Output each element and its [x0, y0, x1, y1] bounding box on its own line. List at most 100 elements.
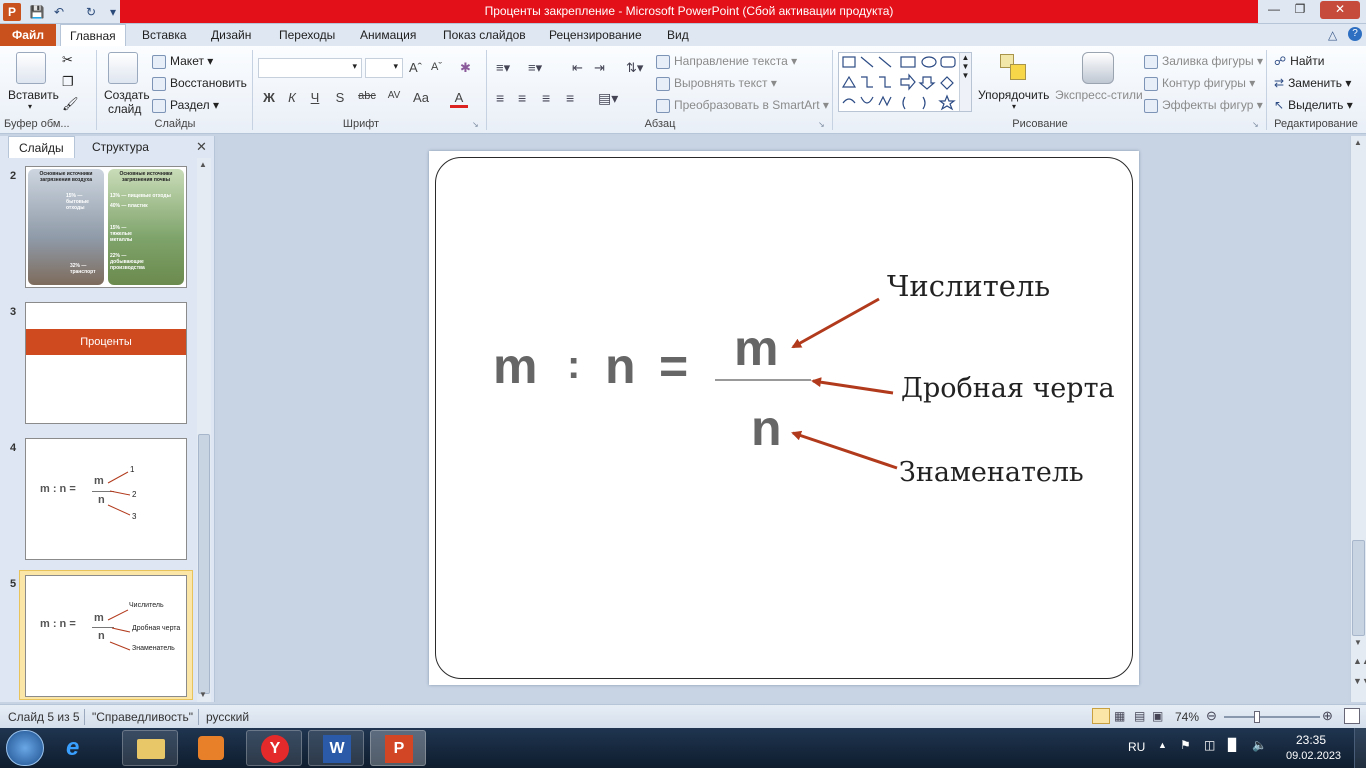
internet-explorer-icon[interactable]: e: [66, 734, 79, 762]
font-family-select[interactable]: ▾: [258, 58, 362, 78]
increase-indent-icon[interactable]: ⇥: [594, 60, 605, 76]
show-desktop-button[interactable]: [1354, 728, 1366, 768]
shrink-font-icon[interactable]: Aˇ: [431, 61, 442, 73]
line-spacing-icon[interactable]: ⇅▾: [626, 60, 643, 76]
input-language[interactable]: RU: [1128, 740, 1145, 754]
redo-icon[interactable]: ↻: [82, 3, 100, 21]
tab-design[interactable]: Дизайн: [202, 24, 260, 46]
new-slide-icon[interactable]: [108, 52, 138, 84]
tab-slides[interactable]: Слайды: [8, 136, 75, 158]
shadow-button[interactable]: S: [331, 90, 349, 105]
next-slide-icon[interactable]: ▼▼: [1353, 676, 1366, 686]
format-painter-icon[interactable]: 🖌: [62, 96, 79, 112]
slide-sorter-icon[interactable]: ▦: [1114, 709, 1125, 723]
slide-thumbnail-2[interactable]: Основные источники загрязнения воздуха О…: [25, 166, 187, 288]
slides-pane-scrollbar[interactable]: ▲ ▼: [197, 158, 211, 702]
change-case-button[interactable]: Aa: [410, 90, 432, 105]
char-spacing-button[interactable]: AV: [383, 90, 405, 101]
network-icon[interactable]: ▉: [1228, 738, 1237, 752]
zoom-in-icon[interactable]: ⊕: [1322, 708, 1333, 724]
align-left-icon[interactable]: ≡: [496, 90, 504, 106]
quick-styles-button[interactable]: Экспресс-стили: [1055, 88, 1143, 102]
find-button[interactable]: ☍ Найти: [1274, 54, 1324, 68]
shapes-gallery[interactable]: ▲ ▼ ▼: [838, 52, 972, 112]
slide-thumbnail-4[interactable]: m : n = m n 1 2 3: [25, 438, 187, 560]
label-denominator[interactable]: Знаменатель: [899, 457, 1084, 488]
start-button[interactable]: [6, 730, 44, 766]
align-center-icon[interactable]: ≡: [518, 90, 526, 106]
zoom-slider-thumb[interactable]: [1254, 711, 1260, 723]
section-button[interactable]: Раздел ▾: [152, 98, 219, 113]
arrange-button[interactable]: Упорядочить: [978, 88, 1049, 102]
undo-icon[interactable]: ↶: [50, 3, 68, 21]
tab-view[interactable]: Вид: [658, 24, 698, 46]
normal-view-icon[interactable]: [1092, 708, 1110, 724]
powerpoint-taskbar-button[interactable]: P: [370, 730, 426, 766]
word-taskbar-button[interactable]: W: [308, 730, 364, 766]
shape-outline-button[interactable]: Контур фигуры ▾: [1144, 76, 1255, 91]
zoom-out-icon[interactable]: ⊖: [1206, 708, 1217, 724]
scroll-up-icon[interactable]: ▲: [199, 160, 207, 169]
arrange-icon[interactable]: [998, 52, 1030, 84]
tab-home[interactable]: Главная: [60, 24, 126, 47]
arrange-dropdown-icon[interactable]: ▾: [1012, 102, 1016, 111]
bullets-icon[interactable]: ≡▾: [496, 60, 510, 76]
justify-icon[interactable]: ≡: [566, 90, 574, 106]
tab-transitions[interactable]: Переходы: [270, 24, 344, 46]
media-player-icon[interactable]: [198, 736, 224, 760]
clear-formatting-icon[interactable]: ✱: [460, 60, 471, 76]
shape-fill-button[interactable]: Заливка фигуры ▾: [1144, 54, 1263, 69]
tab-file[interactable]: Файл: [0, 24, 56, 46]
fit-to-window-icon[interactable]: [1344, 708, 1360, 724]
powerpoint-logo-icon[interactable]: P: [3, 3, 21, 21]
clock-time[interactable]: 23:35: [1296, 733, 1326, 747]
tab-animation[interactable]: Анимация: [351, 24, 425, 46]
italic-button[interactable]: К: [283, 90, 301, 105]
slide-thumbnail-3[interactable]: Проценты: [25, 302, 187, 424]
label-fraction-bar[interactable]: Дробная черта: [901, 373, 1115, 404]
slideshow-icon[interactable]: ▣: [1152, 709, 1163, 723]
minimize-ribbon-icon[interactable]: △: [1328, 28, 1337, 42]
tab-review[interactable]: Рецензирование: [540, 24, 651, 46]
language-indicator[interactable]: русский: [206, 710, 249, 724]
canvas-scrollbar[interactable]: ▲ ▼ ▲▲ ▼▼: [1350, 136, 1366, 702]
scroll-down-icon[interactable]: ▼: [199, 690, 207, 699]
font-dialog-launcher-icon[interactable]: ↘: [472, 120, 479, 129]
tab-slideshow[interactable]: Показ слайдов: [434, 24, 535, 46]
new-slide-button-line2[interactable]: слайд: [108, 102, 141, 116]
cut-icon[interactable]: ✂: [62, 52, 73, 68]
align-text-button[interactable]: Выровнять текст ▾: [656, 76, 777, 91]
label-numerator[interactable]: Числитель: [887, 269, 1050, 303]
shapes-gallery-scroll[interactable]: ▲ ▼ ▼: [959, 53, 971, 111]
quick-styles-icon[interactable]: [1082, 52, 1114, 84]
drawing-dialog-launcher-icon[interactable]: ↘: [1252, 120, 1259, 129]
restore-button[interactable]: ❐: [1288, 1, 1312, 19]
volume-icon[interactable]: 🔈: [1252, 738, 1267, 752]
reading-view-icon[interactable]: ▤: [1134, 709, 1145, 723]
theme-name[interactable]: "Справедливость": [92, 710, 193, 724]
previous-slide-icon[interactable]: ▲▲: [1353, 656, 1366, 666]
device-icon[interactable]: ◫: [1204, 738, 1215, 752]
underline-button[interactable]: Ч: [306, 90, 324, 105]
font-size-select[interactable]: ▾: [365, 58, 403, 78]
paste-dropdown-icon[interactable]: ▾: [28, 102, 32, 111]
scroll-down-icon[interactable]: ▼: [1354, 638, 1362, 647]
current-slide[interactable]: m : n = m n Числитель Дробная черта Знам…: [429, 151, 1139, 685]
scroll-up-icon[interactable]: ▲: [1354, 138, 1362, 147]
scroll-thumb[interactable]: [198, 434, 210, 694]
action-center-icon[interactable]: ⚑: [1180, 738, 1191, 752]
reset-button[interactable]: Восстановить: [152, 76, 247, 91]
slide-thumbnail-5[interactable]: m : n = m n Числитель Дробная черта Знам…: [25, 575, 187, 697]
save-icon[interactable]: 💾: [28, 3, 46, 21]
grow-font-icon[interactable]: Aˆ: [409, 60, 422, 75]
paste-icon[interactable]: [16, 52, 46, 84]
show-hidden-icons[interactable]: ▲: [1158, 740, 1167, 750]
close-button[interactable]: ✕: [1320, 1, 1360, 19]
font-color-button[interactable]: A: [450, 90, 468, 108]
zoom-level[interactable]: 74%: [1175, 710, 1199, 724]
help-icon[interactable]: ?: [1348, 27, 1362, 41]
text-direction-button[interactable]: Направление текста ▾: [656, 54, 797, 69]
align-right-icon[interactable]: ≡: [542, 90, 550, 106]
tab-outline[interactable]: Структура: [82, 136, 159, 158]
explorer-taskbar-button[interactable]: [122, 730, 178, 766]
